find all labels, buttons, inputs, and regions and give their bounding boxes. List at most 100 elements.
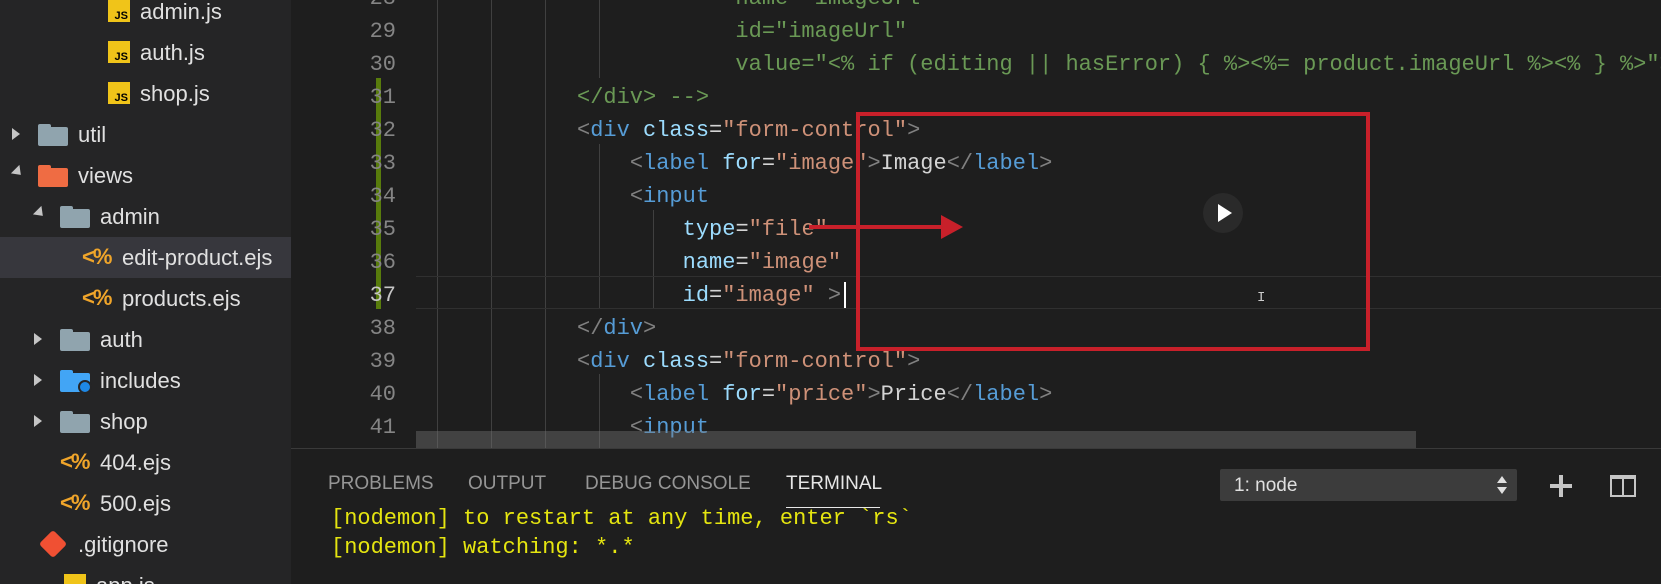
code-token: label [643, 151, 710, 176]
sidebar-item[interactable]: JS app.js [0, 565, 291, 584]
code-token: < [629, 382, 644, 407]
chevron-down-icon[interactable] [32, 205, 48, 221]
code-token: type [682, 217, 736, 242]
code-text: name="imageUrl" [577, 0, 933, 15]
code-token: class [643, 118, 710, 143]
code-editor[interactable]: 28 name="imageUrl"29 id="imageUrl"30 val… [291, 0, 1661, 448]
code-token: = [761, 382, 776, 407]
code-text: name="image" [577, 246, 841, 279]
code-token: label [973, 382, 1040, 407]
sidebar-item-label: 404.ejs [100, 450, 171, 475]
ejs-file-icon: <% [60, 490, 90, 515]
select-arrows-icon [1497, 474, 1507, 496]
tab-problems[interactable]: PROBLEMS [328, 473, 434, 495]
chevron-right-icon[interactable] [34, 415, 42, 427]
line-number: 36 [369, 250, 396, 275]
code-text: </div> --> [577, 81, 709, 114]
tab-output[interactable]: OUTPUT [468, 473, 546, 495]
chevron-right-icon[interactable] [12, 128, 20, 140]
tab-terminal[interactable]: TERMINAL [786, 473, 882, 495]
horizontal-scrollbar[interactable] [416, 431, 1416, 448]
code-text: <input [577, 180, 709, 213]
code-token: label [643, 382, 710, 407]
code-line[interactable]: 28 name="imageUrl" [291, 0, 1661, 15]
folder-open-icon [60, 206, 90, 228]
code-token: > [867, 382, 881, 407]
sidebar-item[interactable]: <% products.ejs [0, 278, 291, 319]
code-token: = [709, 283, 723, 308]
js-file-icon: JS [108, 82, 130, 104]
code-token: > [643, 316, 657, 341]
code-text: <label for="price">Price</label> [577, 378, 1053, 411]
split-terminal-icon[interactable] [1610, 475, 1636, 497]
sidebar-item[interactable]: includes [0, 360, 291, 401]
code-token: < [577, 118, 591, 143]
code-text: id="imageUrl" [577, 15, 907, 48]
ejs-file-icon: <% [82, 285, 112, 310]
sidebar-item[interactable]: <% edit-product.ejs [0, 237, 291, 278]
code-token: = [709, 118, 723, 143]
text-caret [844, 282, 847, 309]
includes-folder-icon [60, 370, 92, 394]
code-token: = [761, 151, 776, 176]
sidebar-item-label: app.js [96, 573, 155, 584]
sidebar-item[interactable]: JS admin.js [0, 0, 291, 32]
code-token: "file" [748, 217, 828, 242]
code-token: "image" [775, 151, 868, 176]
sidebar-item[interactable]: <% 404.ejs [0, 442, 291, 483]
new-terminal-plus-icon[interactable] [1550, 475, 1572, 497]
sidebar-item-label: includes [100, 368, 181, 393]
line-number: 32 [369, 118, 396, 143]
sidebar-item[interactable]: JS shop.js [0, 73, 291, 114]
chevron-right-icon[interactable] [34, 333, 42, 345]
sidebar-item-label: edit-product.ejs [122, 245, 273, 270]
sidebar-item[interactable]: util [0, 114, 291, 155]
code-token: </ [946, 382, 974, 407]
code-token: class [643, 349, 710, 374]
line-number: 33 [369, 151, 396, 176]
sidebar-item[interactable]: shop [0, 401, 291, 442]
code-line[interactable]: 31 </div> --> [291, 81, 1661, 114]
code-token: for [722, 382, 762, 407]
sidebar-item[interactable]: <% 500.ejs [0, 483, 291, 524]
sidebar-item-label: 500.ejs [100, 491, 171, 516]
code-text: </div> [577, 312, 656, 345]
terminal-selector[interactable]: 1: node [1220, 469, 1517, 501]
ejs-file-icon: <% [60, 449, 90, 474]
sidebar-item[interactable]: JS auth.js [0, 32, 291, 73]
folder-icon [60, 329, 90, 351]
code-token: = [709, 349, 723, 374]
chevron-down-icon[interactable] [10, 164, 26, 180]
code-line[interactable]: 29 id="imageUrl" [291, 15, 1661, 48]
code-line[interactable]: 40 <label for="price">Price</label> [291, 378, 1661, 411]
terminal-selector-value: 1: node [1234, 475, 1298, 496]
line-number: 39 [369, 349, 396, 374]
code-line[interactable]: 30 value="<% if (editing || hasError) { … [291, 48, 1661, 81]
code-token: div [590, 118, 630, 143]
code-text: id="image" > [577, 279, 847, 312]
chevron-right-icon[interactable] [34, 374, 42, 386]
tab-debug-console[interactable]: DEBUG CONSOLE [585, 473, 751, 495]
code-token: "price" [775, 382, 868, 407]
terminal-line: [nodemon] to restart at any time, enter … [331, 506, 912, 531]
sidebar-item[interactable]: .gitignore [0, 524, 291, 565]
line-number: 29 [369, 19, 396, 44]
code-token: "form-control" [722, 349, 908, 374]
bottom-panel: PROBLEMS OUTPUT DEBUG CONSOLE TERMINAL 1… [291, 448, 1661, 584]
sidebar-item[interactable]: admin [0, 196, 291, 237]
line-number: 30 [369, 52, 396, 77]
sidebar-item[interactable]: views [0, 155, 291, 196]
code-token: "image" [722, 283, 815, 308]
annotation-arrow [809, 225, 949, 229]
code-token: > [1039, 382, 1053, 407]
sidebar-item[interactable]: auth [0, 319, 291, 360]
git-icon [38, 529, 68, 559]
code-token: value="<% if (editing || hasError) { %><… [577, 52, 1661, 77]
line-number: 41 [369, 415, 396, 440]
code-token: div [603, 316, 644, 341]
sidebar-item-label: shop [100, 409, 148, 434]
